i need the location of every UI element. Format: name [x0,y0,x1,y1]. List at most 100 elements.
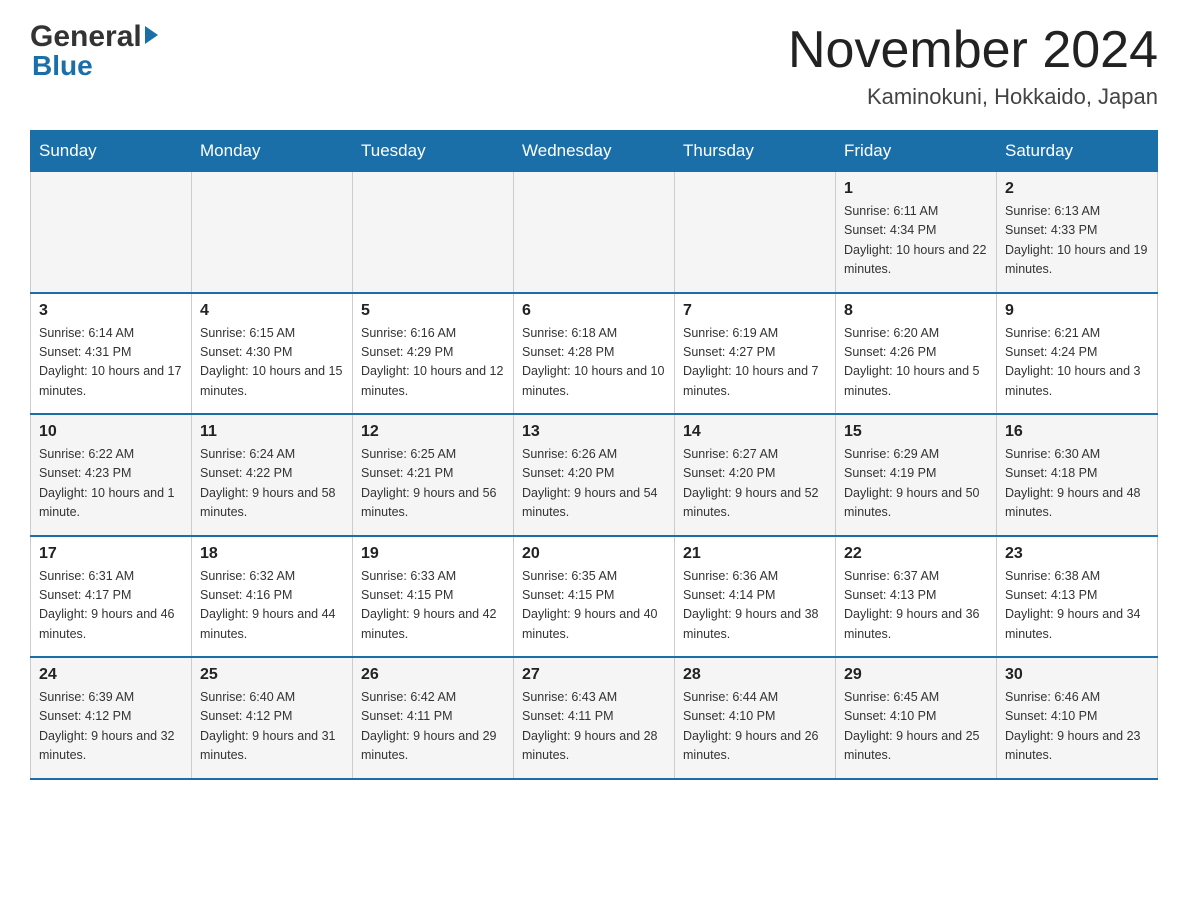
week-row-2: 3Sunrise: 6:14 AMSunset: 4:31 PMDaylight… [31,293,1158,415]
day-info: Sunrise: 6:15 AMSunset: 4:30 PMDaylight:… [200,324,344,402]
logo-blue-text: Blue [32,50,93,82]
calendar-cell: 8Sunrise: 6:20 AMSunset: 4:26 PMDaylight… [836,293,997,415]
calendar-cell: 3Sunrise: 6:14 AMSunset: 4:31 PMDaylight… [31,293,192,415]
day-number: 26 [361,666,505,684]
calendar-cell: 28Sunrise: 6:44 AMSunset: 4:10 PMDayligh… [675,657,836,779]
calendar-cell: 14 Sunrise: 6:27 AMSunset: 4:20 PMDayligh… [675,414,836,536]
day-header-saturday: Saturday [997,131,1158,172]
day-info: Sunrise: 6:20 AMSunset: 4:26 PMDaylight:… [844,324,988,402]
calendar-cell: 17Sunrise: 6:31 AMSunset: 4:17 PMDayligh… [31,536,192,658]
calendar-cell: 19 Sunrise: 6:33 AMSunset: 4:15 PMDayligh… [353,536,514,658]
day-info: Sunrise: 6:18 AMSunset: 4:28 PMDaylight:… [522,324,666,402]
calendar-table: SundayMondayTuesdayWednesdayThursdayFrid… [30,130,1158,780]
logo-arrow-icon [145,26,158,44]
title-area: November 2024 Kaminokuni, Hokkaido, Japa… [788,20,1158,110]
day-number: 12 [361,423,505,441]
day-info: Sunrise: 6:21 AMSunset: 4:24 PMDaylight:… [1005,324,1149,402]
calendar-cell: 26 Sunrise: 6:42 AMSunset: 4:11 PMDayligh… [353,657,514,779]
day-info: Sunrise: 6:27 AMSunset: 4:20 PMDaylight:… [683,445,827,523]
calendar-cell [192,172,353,293]
day-number: 9 [1005,302,1149,320]
day-info: Sunrise: 6:29 AMSunset: 4:19 PMDaylight:… [844,445,988,523]
day-info: Sunrise: 6:36 AMSunset: 4:14 PMDaylight:… [683,567,827,645]
day-header-sunday: Sunday [31,131,192,172]
calendar-cell: 6Sunrise: 6:18 AMSunset: 4:28 PMDaylight… [514,293,675,415]
day-number: 17 [39,545,183,563]
calendar-cell: 1Sunrise: 6:11 AMSunset: 4:34 PMDaylight… [836,172,997,293]
day-info: Sunrise: 6:37 AMSunset: 4:13 PMDaylight:… [844,567,988,645]
day-header-monday: Monday [192,131,353,172]
day-info: Sunrise: 6:24 AMSunset: 4:22 PMDaylight:… [200,445,344,523]
day-info: Sunrise: 6:26 AMSunset: 4:20 PMDaylight:… [522,445,666,523]
calendar-cell: 16Sunrise: 6:30 AMSunset: 4:18 PMDayligh… [997,414,1158,536]
day-info: Sunrise: 6:19 AMSunset: 4:27 PMDaylight:… [683,324,827,402]
week-row-1: 1Sunrise: 6:11 AMSunset: 4:34 PMDaylight… [31,172,1158,293]
logo: General Blue [30,20,158,82]
day-info: Sunrise: 6:35 AMSunset: 4:15 PMDaylight:… [522,567,666,645]
calendar-cell: 4 Sunrise: 6:15 AMSunset: 4:30 PMDaylight… [192,293,353,415]
day-info: Sunrise: 6:13 AMSunset: 4:33 PMDaylight:… [1005,202,1149,280]
calendar-cell: 9 Sunrise: 6:21 AMSunset: 4:24 PMDaylight… [997,293,1158,415]
day-number: 24 [39,666,183,684]
calendar-cell: 24 Sunrise: 6:39 AMSunset: 4:12 PMDayligh… [31,657,192,779]
day-info: Sunrise: 6:42 AMSunset: 4:11 PMDaylight:… [361,688,505,766]
day-number: 5 [361,302,505,320]
day-number: 22 [844,545,988,563]
day-number: 2 [1005,180,1149,198]
day-info: Sunrise: 6:32 AMSunset: 4:16 PMDaylight:… [200,567,344,645]
calendar-cell [675,172,836,293]
day-number: 13 [522,423,666,441]
calendar-cell: 25 Sunrise: 6:40 AMSunset: 4:12 PMDayligh… [192,657,353,779]
day-number: 11 [200,423,344,441]
day-info: Sunrise: 6:14 AMSunset: 4:31 PMDaylight:… [39,324,183,402]
calendar-body: 1Sunrise: 6:11 AMSunset: 4:34 PMDaylight… [31,172,1158,779]
calendar-cell: 10 Sunrise: 6:22 AMSunset: 4:23 PMDayligh… [31,414,192,536]
calendar-cell: 2 Sunrise: 6:13 AMSunset: 4:33 PMDaylight… [997,172,1158,293]
calendar-cell: 22 Sunrise: 6:37 AMSunset: 4:13 PMDayligh… [836,536,997,658]
day-info: Sunrise: 6:40 AMSunset: 4:12 PMDaylight:… [200,688,344,766]
day-info: Sunrise: 6:25 AMSunset: 4:21 PMDaylight:… [361,445,505,523]
day-info: Sunrise: 6:16 AMSunset: 4:29 PMDaylight:… [361,324,505,402]
calendar-cell: 13 Sunrise: 6:26 AMSunset: 4:20 PMDayligh… [514,414,675,536]
calendar-cell: 30 Sunrise: 6:46 AMSunset: 4:10 PMDayligh… [997,657,1158,779]
day-info: Sunrise: 6:39 AMSunset: 4:12 PMDaylight:… [39,688,183,766]
calendar-cell: 18 Sunrise: 6:32 AMSunset: 4:16 PMDayligh… [192,536,353,658]
day-number: 20 [522,545,666,563]
day-header-tuesday: Tuesday [353,131,514,172]
day-info: Sunrise: 6:45 AMSunset: 4:10 PMDaylight:… [844,688,988,766]
page-header: General Blue November 2024 Kaminokuni, H… [30,20,1158,110]
day-number: 25 [200,666,344,684]
day-number: 10 [39,423,183,441]
calendar-cell: 5 Sunrise: 6:16 AMSunset: 4:29 PMDaylight… [353,293,514,415]
day-info: Sunrise: 6:33 AMSunset: 4:15 PMDaylight:… [361,567,505,645]
day-info: Sunrise: 6:46 AMSunset: 4:10 PMDaylight:… [1005,688,1149,766]
month-title: November 2024 [788,20,1158,80]
day-info: Sunrise: 6:30 AMSunset: 4:18 PMDaylight:… [1005,445,1149,523]
day-number: 19 [361,545,505,563]
day-header-wednesday: Wednesday [514,131,675,172]
day-header-friday: Friday [836,131,997,172]
calendar-cell: 21 Sunrise: 6:36 AMSunset: 4:14 PMDayligh… [675,536,836,658]
location: Kaminokuni, Hokkaido, Japan [788,84,1158,110]
calendar-cell: 20 Sunrise: 6:35 AMSunset: 4:15 PMDayligh… [514,536,675,658]
day-number: 28 [683,666,827,684]
calendar-cell: 27Sunrise: 6:43 AMSunset: 4:11 PMDayligh… [514,657,675,779]
day-number: 15 [844,423,988,441]
day-number: 30 [1005,666,1149,684]
calendar-cell: 29Sunrise: 6:45 AMSunset: 4:10 PMDayligh… [836,657,997,779]
calendar-cell [353,172,514,293]
day-header-thursday: Thursday [675,131,836,172]
day-number: 18 [200,545,344,563]
day-info: Sunrise: 6:43 AMSunset: 4:11 PMDaylight:… [522,688,666,766]
calendar-cell: 7Sunrise: 6:19 AMSunset: 4:27 PMDaylight… [675,293,836,415]
week-row-3: 10 Sunrise: 6:22 AMSunset: 4:23 PMDayligh… [31,414,1158,536]
day-info: Sunrise: 6:22 AMSunset: 4:23 PMDaylight:… [39,445,183,523]
calendar-cell [31,172,192,293]
day-number: 4 [200,302,344,320]
day-number: 21 [683,545,827,563]
calendar-cell: 23Sunrise: 6:38 AMSunset: 4:13 PMDayligh… [997,536,1158,658]
day-info: Sunrise: 6:11 AMSunset: 4:34 PMDaylight:… [844,202,988,280]
calendar-header: SundayMondayTuesdayWednesdayThursdayFrid… [31,131,1158,172]
calendar-cell: 11 Sunrise: 6:24 AMSunset: 4:22 PMDayligh… [192,414,353,536]
day-number: 14 [683,423,827,441]
